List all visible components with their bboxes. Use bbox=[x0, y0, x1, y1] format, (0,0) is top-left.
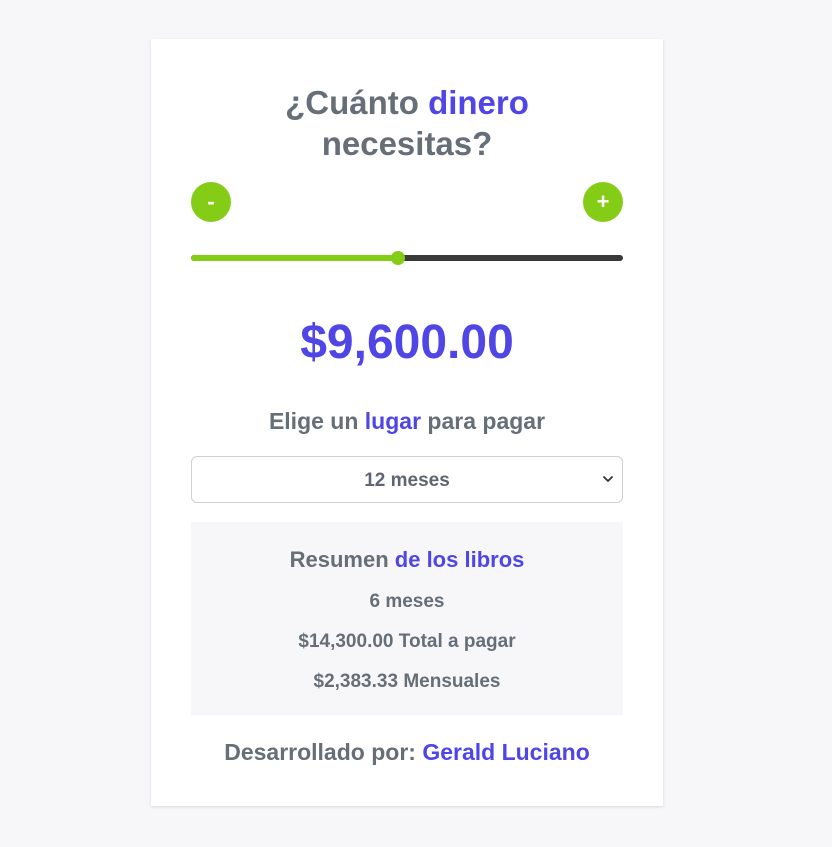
amount-display: $9,600.00 bbox=[300, 316, 514, 369]
payment-prompt-accent: lugar bbox=[364, 408, 422, 434]
chevron-down-icon bbox=[603, 476, 613, 482]
increase-button[interactable]: + bbox=[583, 182, 623, 222]
term-select-value: 12 meses bbox=[364, 470, 450, 491]
summary-months: 6 meses bbox=[369, 591, 445, 612]
decrease-button[interactable]: - bbox=[191, 182, 231, 222]
title-text-1: ¿Cuánto bbox=[285, 84, 429, 121]
term-select[interactable]: 12 meses bbox=[191, 456, 623, 503]
summary-total: $14,300.00 Total a pagar bbox=[298, 631, 516, 652]
summary-panel: Resumen de los libros 6 meses $14,300.00… bbox=[191, 522, 623, 715]
summary-monthly: $2,383.33 Mensuales bbox=[313, 671, 501, 692]
footer-label: Desarrollado por: bbox=[224, 739, 423, 765]
summary-title-text: Resumen bbox=[289, 547, 395, 572]
payment-prompt-text-1: Elige un bbox=[268, 408, 365, 434]
summary-title: Resumen de los libros bbox=[191, 546, 623, 574]
payment-prompt-text-2: para pagar bbox=[421, 408, 546, 434]
summary-title-accent: de los libros bbox=[394, 547, 525, 572]
title-accent: dinero bbox=[428, 84, 529, 121]
slider-thumb[interactable] bbox=[391, 251, 406, 265]
payment-prompt: Elige un lugar para pagar bbox=[151, 406, 663, 436]
author-link[interactable]: Gerald Luciano bbox=[422, 739, 589, 765]
footer-credit: Desarrollado por: Gerald Luciano bbox=[151, 737, 663, 767]
title-text-2: necesitas? bbox=[321, 125, 493, 162]
amount-slider[interactable] bbox=[191, 251, 623, 265]
slider-fill bbox=[191, 255, 399, 261]
page-title: ¿Cuánto dinero necesitas? bbox=[151, 82, 663, 164]
